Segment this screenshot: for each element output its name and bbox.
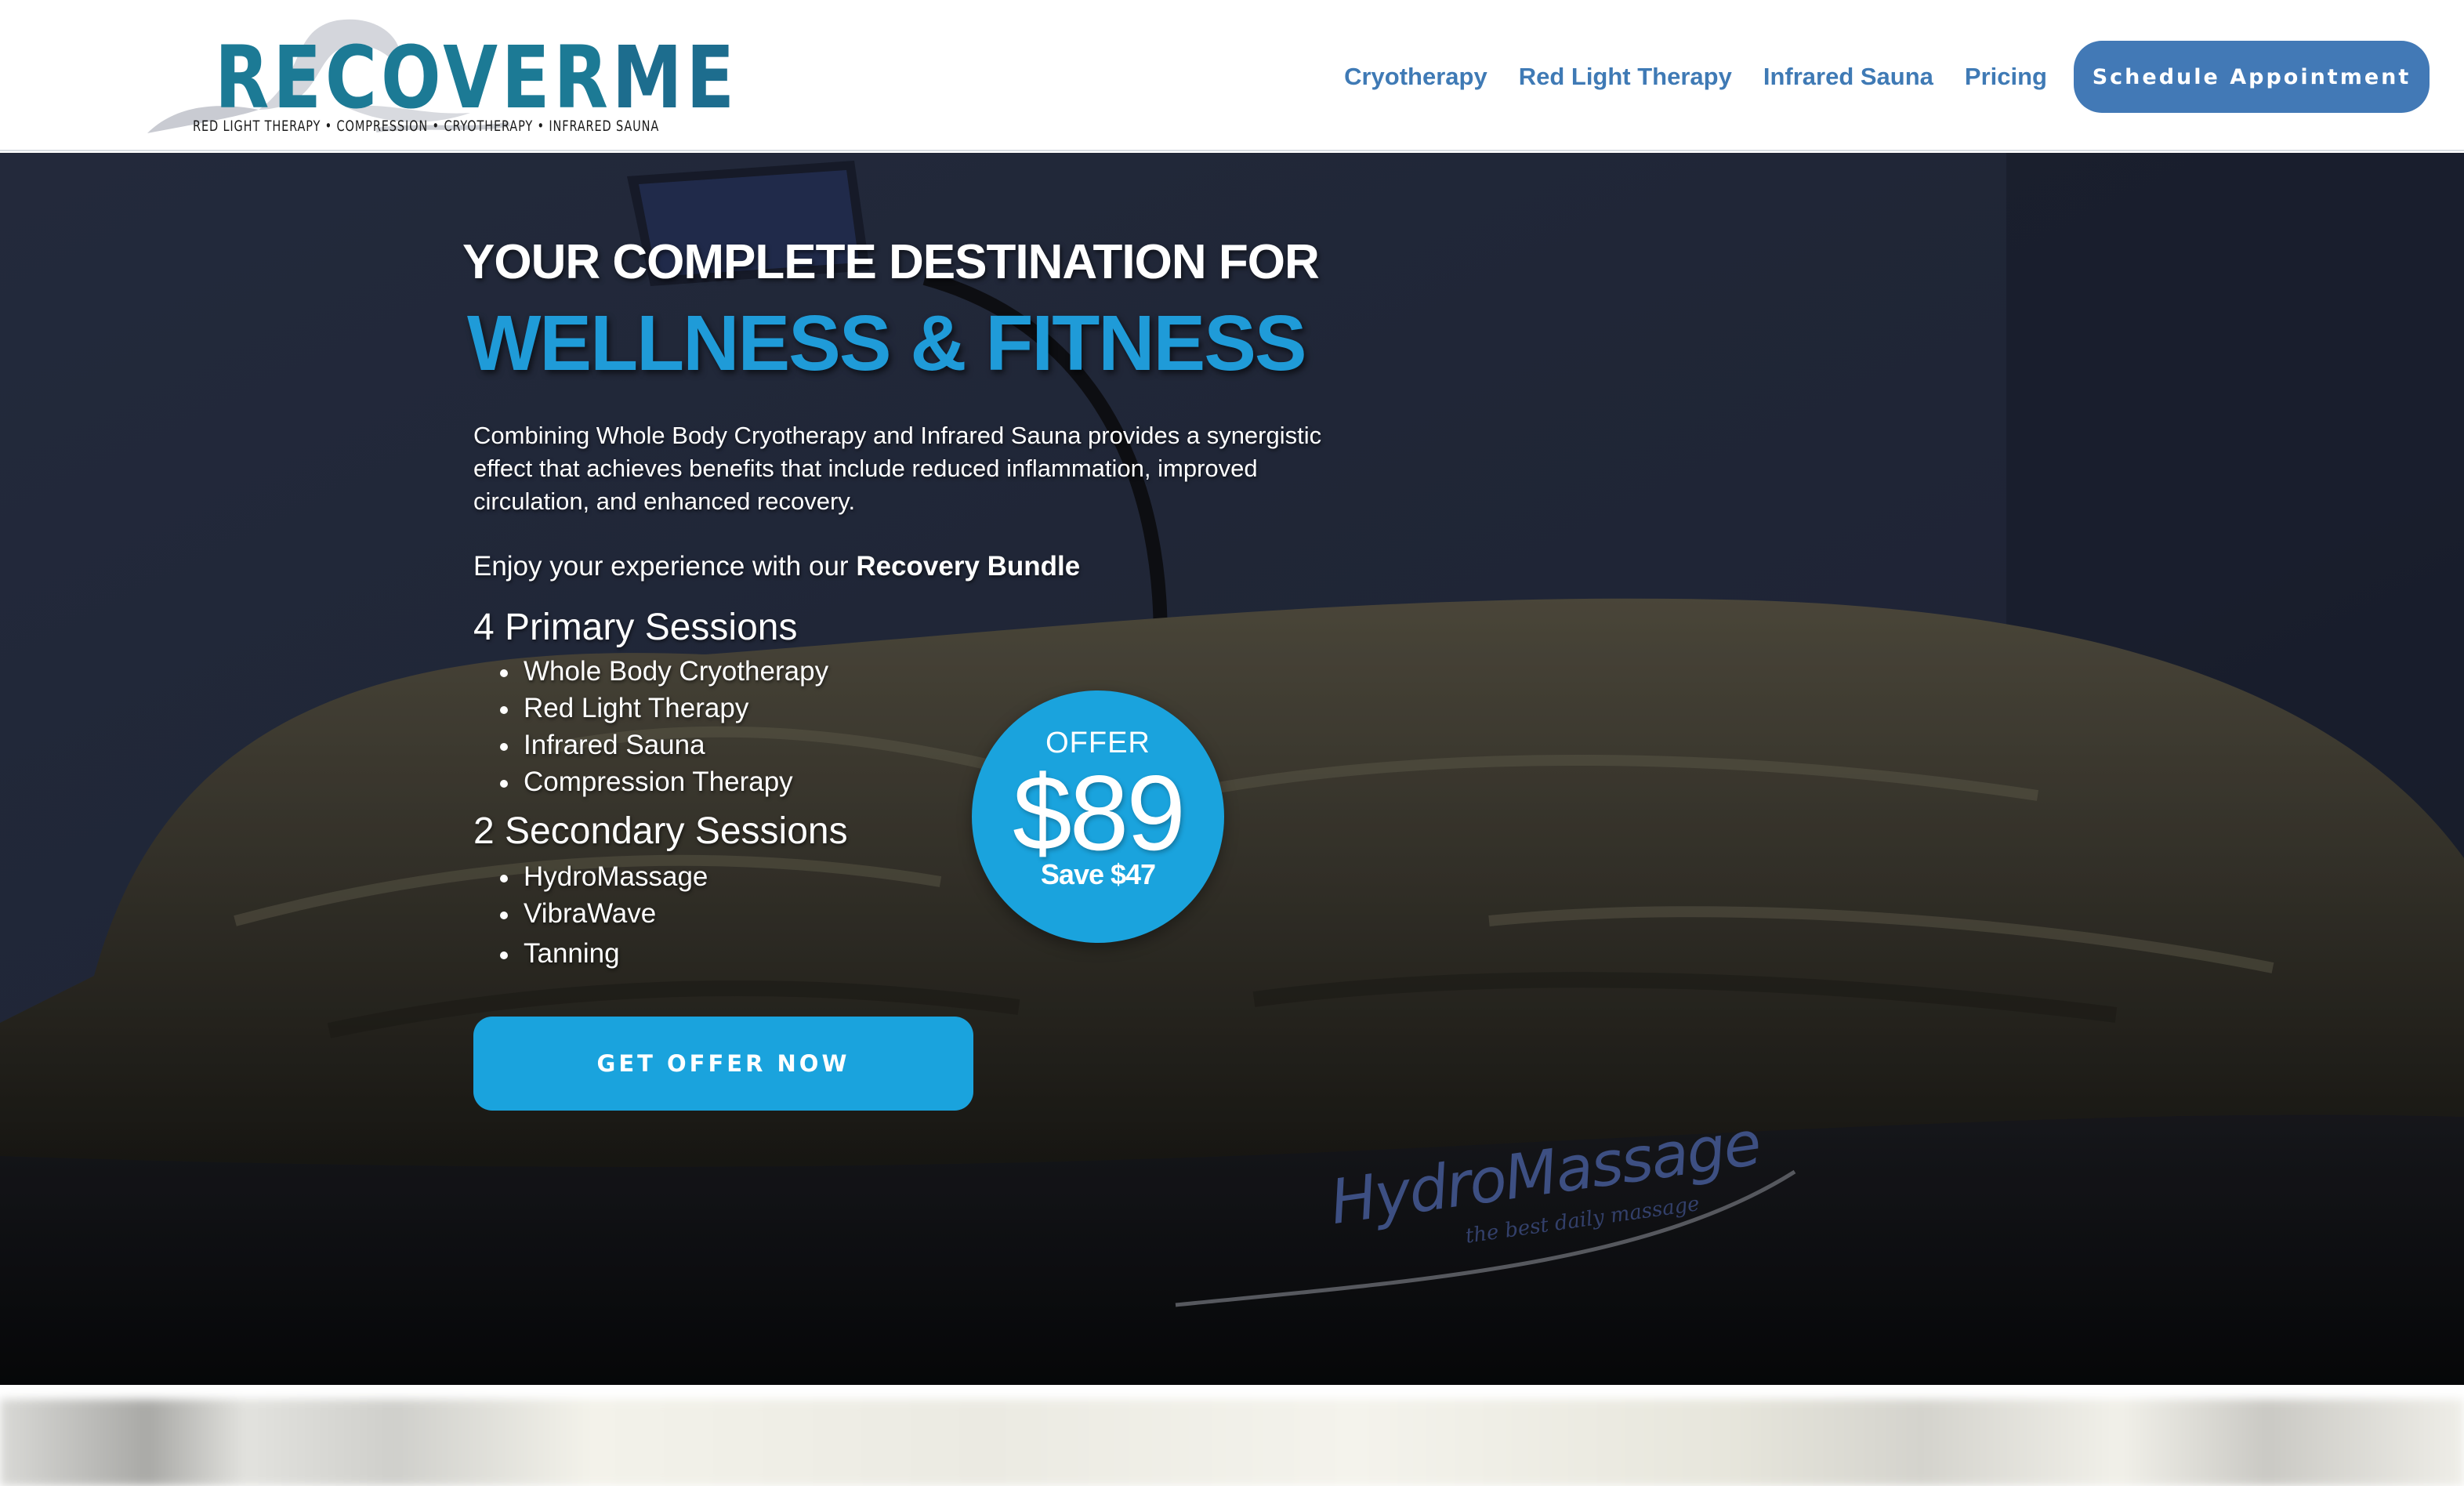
recovery-bundle-intro: Enjoy your experience with our Recovery …: [473, 551, 1080, 582]
secondary-sessions-list: HydroMassage VibraWave Tanning: [498, 858, 708, 972]
hero-intro-text: Combining Whole Body Cryotherapy and Inf…: [473, 422, 1322, 515]
offer-price-badge: OFFER $89 Save $47: [972, 690, 1224, 943]
nav-pricing[interactable]: Pricing: [1965, 63, 2047, 91]
primary-sessions-title: 4 Primary Sessions: [473, 607, 798, 648]
logo-wordmark: RECOVERME: [215, 27, 739, 128]
schedule-appointment-button[interactable]: Schedule Appointment: [2074, 41, 2430, 113]
offer-price: $89: [1013, 753, 1186, 872]
list-item: Compression Therapy: [498, 763, 828, 800]
list-item: Whole Body Cryotherapy: [498, 653, 828, 690]
secondary-sessions-title: 2 Secondary Sessions: [473, 810, 848, 852]
nav-red-light-therapy[interactable]: Red Light Therapy: [1519, 63, 1732, 91]
list-item: HydroMassage: [498, 858, 708, 895]
list-item: Tanning: [498, 935, 708, 972]
list-item: Red Light Therapy: [498, 690, 828, 727]
next-section-image: [0, 1399, 2464, 1486]
offer-savings: Save $47: [1040, 858, 1156, 890]
hero-section: HydroMassage the best daily massage YOUR…: [0, 153, 2464, 1385]
nav-cryotherapy[interactable]: Cryotherapy: [1344, 63, 1487, 91]
hero-headline-line2: WELLNESS & FITNESS: [467, 299, 1307, 387]
hero-headline-line1: YOUR COMPLETE DESTINATION FOR: [462, 235, 1320, 289]
get-offer-button[interactable]: GET OFFER NOW: [473, 1017, 973, 1111]
enjoy-prefix: Enjoy your experience with our: [473, 551, 857, 582]
site-header: RECOVERME RED LIGHT THERAPY • COMPRESSIO…: [0, 0, 2464, 151]
primary-sessions-list: Whole Body Cryotherapy Red Light Therapy…: [498, 653, 828, 800]
recoverme-logo[interactable]: RECOVERME RED LIGHT THERAPY • COMPRESSIO…: [141, 14, 734, 147]
list-item: Infrared Sauna: [498, 727, 828, 763]
logo-tagline: RED LIGHT THERAPY • COMPRESSION • CRYOTH…: [193, 118, 660, 135]
hero-content: YOUR COMPLETE DESTINATION FOR WELLNESS &…: [0, 153, 2464, 1385]
nav-infrared-sauna[interactable]: Infrared Sauna: [1763, 63, 1933, 91]
list-item: VibraWave: [498, 895, 708, 932]
next-section-preview: [0, 1385, 2464, 1486]
recovery-bundle-label: Recovery Bundle: [856, 551, 1081, 582]
main-nav: Cryotherapy Red Light Therapy Infrared S…: [1344, 41, 2430, 113]
